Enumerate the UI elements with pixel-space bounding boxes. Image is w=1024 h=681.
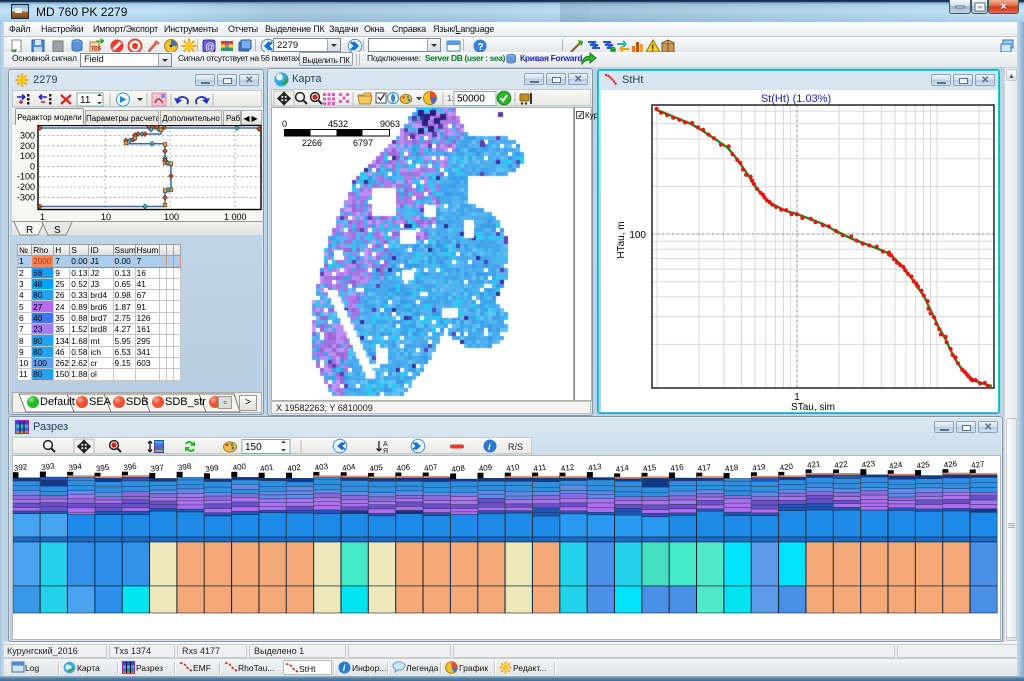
svg-text:411: 411 [533,463,547,474]
svg-text:406: 406 [396,462,411,473]
svg-text:424: 424 [889,460,904,471]
svg-text:412: 412 [560,463,575,474]
svg-text:396: 396 [123,462,138,473]
svg-text:400: 400 [232,462,247,473]
svg-text:10: 10 [101,212,111,221]
svg-text:415: 415 [642,463,657,474]
svg-text:-200: -200 [17,182,35,192]
svg-text:100: 100 [164,212,179,221]
svg-text:Я: Я [383,448,388,455]
svg-text:100: 100 [629,230,646,241]
svg-text:407: 407 [424,462,439,473]
svg-text:425: 425 [916,460,931,471]
svg-text:423: 423 [861,459,876,470]
svg-text:-300: -300 [17,192,35,202]
svg-text:403: 403 [314,462,329,473]
svg-text:11: 11 [80,95,91,106]
svg-text:398: 398 [177,462,192,473]
svg-text:A: A [383,441,388,448]
svg-text:416: 416 [670,462,685,473]
svg-text:405: 405 [369,463,384,474]
svg-text:402: 402 [287,463,302,474]
svg-text:200: 200 [20,141,35,151]
svg-text:419: 419 [752,462,767,473]
svg-text:STau, sim: STau, sim [791,402,835,412]
svg-text:413: 413 [588,462,603,473]
svg-text:399: 399 [205,463,220,474]
svg-text:417: 417 [697,463,712,474]
svg-text:427: 427 [971,459,986,470]
svg-text:0: 0 [30,161,35,171]
svg-text:393: 393 [41,461,56,472]
svg-text:1: 1 [40,212,45,221]
svg-text:418: 418 [724,463,739,474]
svg-text:150: 150 [245,442,262,453]
svg-text:404: 404 [342,462,357,473]
svg-text:392: 392 [13,462,28,473]
svg-text:409: 409 [478,463,493,474]
svg-text:R/S: R/S [508,442,523,452]
svg-text:S: S [54,225,61,236]
svg-text:50000: 50000 [457,94,485,105]
svg-text:395: 395 [95,463,110,474]
svg-text:1:: 1: [447,94,454,103]
svg-text:401: 401 [259,463,274,474]
svg-text:397: 397 [150,463,165,474]
svg-text:HTau, m: HTau, m [616,221,627,258]
svg-text:421: 421 [806,459,821,470]
svg-text:394: 394 [68,462,83,473]
svg-text:422: 422 [834,459,849,470]
svg-text:1 000: 1 000 [224,212,247,221]
svg-text:R: R [26,225,33,236]
svg-text:410: 410 [506,463,521,474]
svg-text:420: 420 [779,462,794,473]
svg-text:St(Ht) (1.03%): St(Ht) (1.03%) [761,93,831,105]
svg-text:-100: -100 [17,172,35,182]
svg-text:414: 414 [615,463,630,474]
svg-text:426: 426 [943,459,958,470]
svg-text:408: 408 [451,463,466,474]
svg-text:100: 100 [20,151,35,161]
svg-text:300: 300 [20,131,35,141]
